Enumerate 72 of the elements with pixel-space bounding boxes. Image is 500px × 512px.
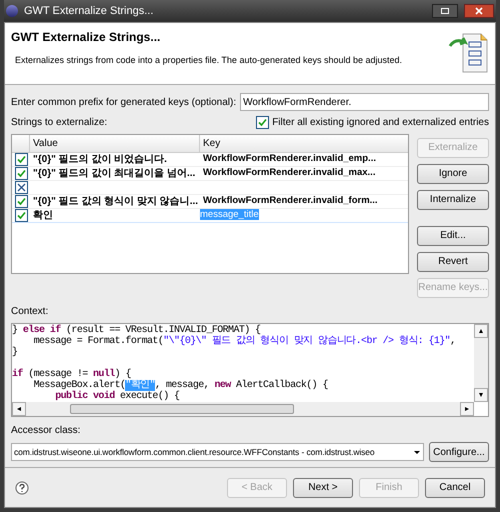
page-description: Externalizes strings from code into a properties file. The auto-generated keys should be adjusted. [14,54,404,67]
table-row[interactable]: 확인 message_title [12,209,408,223]
horizontal-scrollbar[interactable] [12,402,474,416]
dialog-button[interactable]: Configure... [429,442,489,462]
dialog-button[interactable]: Edit... [417,226,489,246]
table-row[interactable]: "{0}" 필드의 값이 비었습니다. WorkflowFormRenderer.invalid_emp... [12,153,408,167]
checkbox[interactable] [14,195,28,208]
table-cell-text: WorkflowFormRenderer.invalid_form... [202,195,379,206]
scroll-left-button[interactable] [12,402,26,416]
dialog-button[interactable]: Ignore [417,164,489,184]
code-text: MessageBox.alert( [32,380,126,391]
help-icon[interactable] [15,480,29,494]
window-title: GWT Externalize Strings... [24,4,154,19]
column-header[interactable]: Value [30,135,200,152]
filter-label: Filter all existing ignored and externalized entries [272,116,489,130]
dialog-button[interactable]: Cancel [425,478,485,498]
scroll-down-button[interactable] [474,388,488,402]
code-text: (message != [27,369,88,380]
table-row[interactable]: "{0}" 필드의 값이 최대길이을 넘어... WorkflowFormRenderer.invalid_max... [12,167,408,181]
prefix-field[interactable]: WorkflowFormRenderer. [240,93,489,111]
arrow-icon [15,405,23,413]
accessor-label: Accessor class: [11,424,82,438]
column-header[interactable]: Key [200,135,408,152]
accessor-dropdown[interactable]: com.idstrust.wiseone.ui.workflowform.common.client.resource.WFFConstants - com.idstrust.wiseo [11,443,424,461]
prefix-label: Enter common prefix for generated keys (optional): [11,96,236,110]
code-editor[interactable] [11,323,489,417]
table-cell-text: WorkflowFormRenderer.invalid_max... [202,167,376,178]
code-text: } [12,325,18,336]
close-icon [475,7,483,15]
arrow-icon [477,327,485,335]
code-text: , message, [155,380,210,391]
cross-icon [16,183,26,192]
code-text: if [12,369,23,380]
code-text: null [93,369,115,380]
code-text: (result == VResult.INVALID_FORMAT) { [65,325,260,336]
checkbox[interactable] [14,167,28,180]
page-title: GWT Externalize Strings... [11,29,162,46]
code-text: "확인" [125,380,156,391]
code-text: else if [22,325,61,336]
maximize-button[interactable] [432,4,458,18]
checkbox[interactable] [256,116,270,129]
code-text: , [450,336,456,347]
checkbox[interactable] [14,209,28,222]
code-text: message = Format.format( [32,336,164,347]
close-button[interactable] [464,4,494,18]
vertical-scrollbar[interactable] [474,324,488,402]
context-label: Context: [11,305,50,319]
checkmark-icon [258,118,268,127]
checkbox[interactable] [14,153,28,166]
scroll-up-button[interactable] [474,324,488,338]
code-text: new [214,380,231,391]
code-text: "\"{0}\" 필드 값의 형식이 맞지 않습니다.<br /> 형식: {1}" [163,336,450,347]
table-cell: message_title [200,209,259,220]
maximize-icon [441,8,449,14]
table-cell: "{0}" 필드의 값이 비었습니다. [33,154,167,165]
table-cell: "{0}" 필드 값의 형식이 맞지 않습니... [33,196,198,207]
code-text: execute() { [119,391,180,402]
strings-label: Strings to externalize: [11,116,108,130]
scroll-thumb[interactable] [70,404,294,414]
dialog-button[interactable]: Next > [293,478,353,498]
table-cell: 확인 [33,210,53,221]
code-text: public void [54,391,115,402]
scroll-right-button[interactable] [460,402,474,416]
code-text: } [12,347,18,358]
dialog-button[interactable]: Revert [417,252,489,272]
checkbox[interactable] [14,181,28,194]
code-text: ) { [114,369,131,380]
code-text: AlertCallback() { [235,380,328,391]
dialog-button[interactable]: Internalize [417,190,489,210]
table-cell: "{0}" 필드의 값이 최대길이을 넘어... [33,168,196,179]
app-icon [6,5,18,17]
table-cell-text: WorkflowFormRenderer.invalid_emp... [202,153,377,164]
